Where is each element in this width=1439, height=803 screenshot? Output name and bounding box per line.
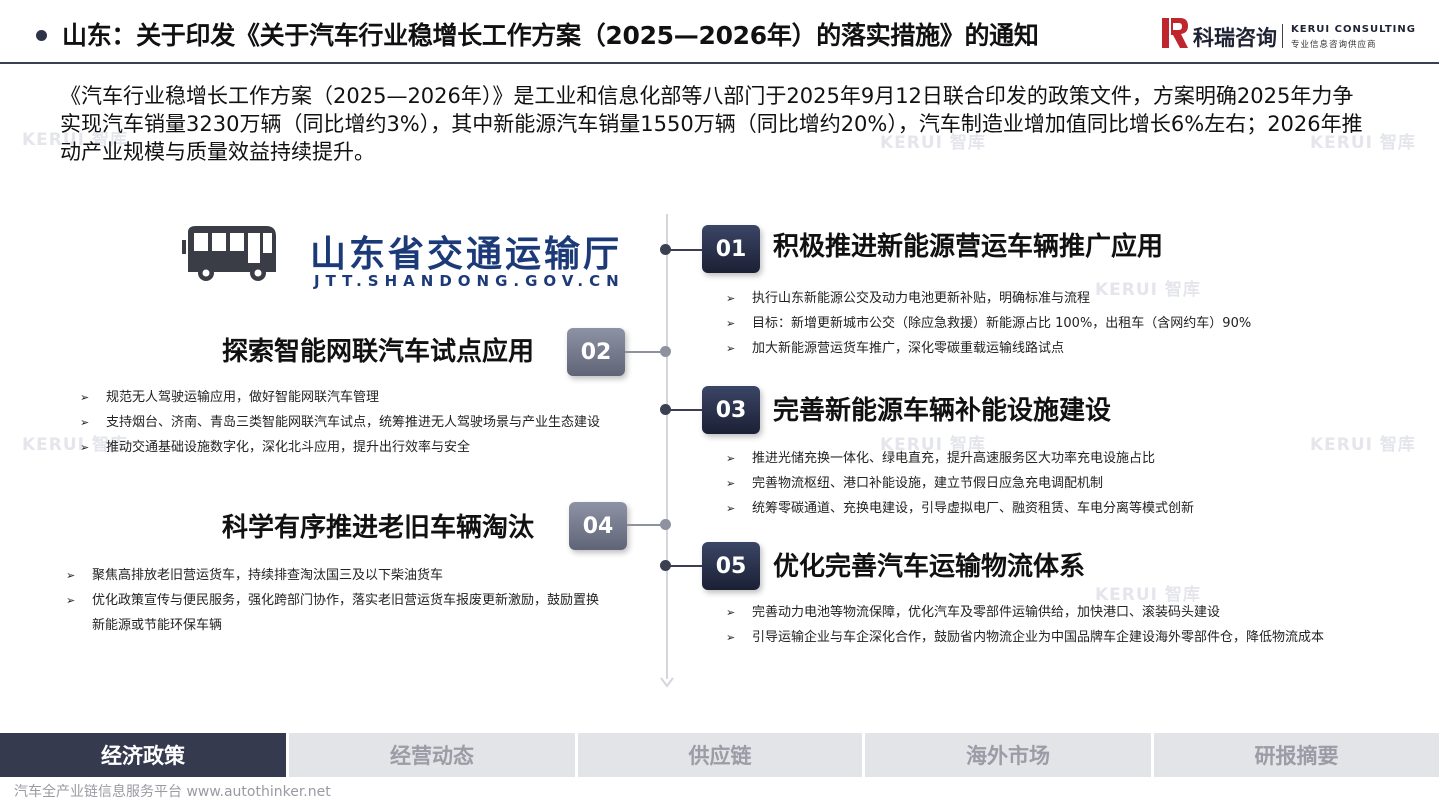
bullet-item: 完善动力电池等物流保障，优化汽车及零部件运输供给，加快港口、滚装码头建设	[726, 600, 1326, 625]
tab-research-summary[interactable]: 研报摘要	[1154, 733, 1439, 777]
bullet-item: 规范无人驾驶运输应用，做好智能网联汽车管理	[80, 385, 620, 410]
intro-paragraph: 《汽车行业稳增长工作方案（2025—2026年）》是工业和信息化部等八部门于20…	[60, 84, 1363, 164]
bullet-item: 统筹零碳通道、充换电建设，引导虚拟电厂、融资租赁、车电分离等模式创新	[726, 496, 1346, 521]
section-number-badge: 02	[567, 328, 625, 376]
bullet-item: 优化政策宣传与便民服务，强化跨部门协作，落实老旧营运货车报废更新激励，鼓励置换新…	[66, 588, 606, 638]
tab-business-news[interactable]: 经营动态	[289, 733, 575, 777]
logo-tagline: 专业信息咨询供应商	[1291, 40, 1377, 50]
section-bullets: 推进光储充换一体化、绿电直充，提升高速服务区大功率充电设施占比 完善物流枢纽、港…	[726, 446, 1346, 521]
timeline-arrow-icon	[660, 677, 674, 688]
section-bullets: 规范无人驾驶运输应用，做好智能网联汽车管理 支持烟台、济南、青岛三类智能网联汽车…	[80, 385, 620, 460]
bullet-item: 加大新能源营运货车推广，深化零碳重载运输线路试点	[726, 336, 1346, 361]
bullet-item: 推动交通基础设施数字化，深化北斗应用，提升出行效率与安全	[80, 435, 620, 460]
logo-name-en: KERUI CONSULTING	[1291, 24, 1416, 35]
connector	[627, 524, 663, 526]
tab-supply-chain[interactable]: 供应链	[578, 733, 862, 777]
kerui-logo-icon	[1162, 18, 1188, 48]
section-bullets: 执行山东新能源公交及动力电池更新补贴，明确标准与流程 目标：新增更新城市公交（除…	[726, 286, 1346, 361]
tab-economic-policy[interactable]: 经济政策	[0, 733, 286, 777]
timeline-node	[660, 346, 671, 357]
connector	[668, 565, 704, 567]
connector	[668, 409, 704, 411]
timeline-node	[660, 519, 671, 530]
connector	[668, 249, 704, 251]
logo-divider	[1282, 24, 1283, 48]
logo-name-cn: 科瑞咨询	[1193, 26, 1277, 50]
section-title: 积极推进新能源营运车辆推广应用	[773, 232, 1164, 262]
bus-icon	[182, 226, 276, 281]
connector	[625, 351, 663, 353]
bullet-item: 支持烟台、济南、青岛三类智能网联汽车试点，统筹推进无人驾驶场景与产业生态建设	[80, 410, 620, 435]
section-number-badge: 03	[702, 386, 760, 434]
bullet-item: 推进光储充换一体化、绿电直充，提升高速服务区大功率充电设施占比	[726, 446, 1346, 471]
section-bullets: 聚焦高排放老旧营运货车，持续排查淘汰国三及以下柴油货车 优化政策宣传与便民服务，…	[66, 563, 606, 638]
header-divider	[0, 62, 1439, 64]
page-title: 山东：关于印发《关于汽车行业稳增长工作方案（2025—2026年）的落实措施》的…	[62, 21, 1039, 50]
agency-url: JTT.SHANDONG.GOV.CN	[314, 272, 625, 290]
section-number-badge: 05	[702, 542, 760, 590]
section-title: 探索智能网联汽车试点应用	[222, 337, 535, 367]
section-number-badge: 01	[702, 225, 760, 273]
bullet-item: 引导运输企业与车企深化合作，鼓励省内物流企业为中国品牌车企建设海外零部件仓，降低…	[726, 625, 1326, 650]
agency-name: 山东省交通运输厅	[310, 234, 623, 275]
title-bullet	[36, 30, 47, 41]
bullet-item: 完善物流枢纽、港口补能设施，建立节假日应急充电调配机制	[726, 471, 1346, 496]
bullet-item: 目标：新增更新城市公交（除应急救援）新能源占比 100%，出租车（含网约车）90…	[726, 311, 1346, 336]
bullet-item: 执行山东新能源公交及动力电池更新补贴，明确标准与流程	[726, 286, 1346, 311]
section-bullets: 完善动力电池等物流保障，优化汽车及零部件运输供给，加快港口、滚装码头建设 引导运…	[726, 600, 1326, 650]
section-number-badge: 04	[569, 502, 627, 550]
section-title: 科学有序推进老旧车辆淘汰	[222, 513, 535, 543]
tab-overseas-market[interactable]: 海外市场	[865, 733, 1151, 777]
section-title: 优化完善汽车运输物流体系	[773, 552, 1086, 582]
footer-text: 汽车全产业链信息服务平台 www.autothinker.net	[14, 784, 331, 800]
timeline-line	[666, 214, 668, 679]
bullet-item: 聚焦高排放老旧营运货车，持续排查淘汰国三及以下柴油货车	[66, 563, 606, 588]
section-title: 完善新能源车辆补能设施建设	[773, 396, 1112, 426]
